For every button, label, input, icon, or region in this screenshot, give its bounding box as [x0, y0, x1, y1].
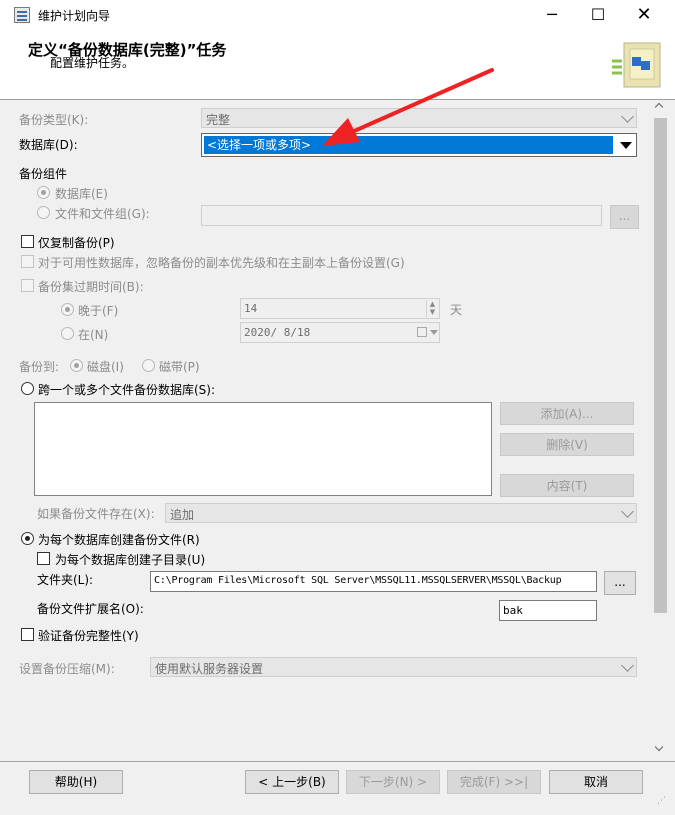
- ag-option-checkbox[interactable]: [21, 255, 34, 268]
- maximize-icon[interactable]: ☐: [575, 0, 621, 30]
- backup-to-label: 备份到:: [19, 360, 60, 374]
- filegroups-browse-button[interactable]: ...: [610, 205, 639, 229]
- compression-label: 设置备份压缩(M):: [19, 662, 115, 676]
- chevron-down-icon: [621, 110, 634, 123]
- backup-to-tape-radio[interactable]: [142, 359, 155, 372]
- component-database-radio[interactable]: [37, 186, 50, 199]
- backup-type-label: 备份类型(K):: [19, 113, 89, 127]
- title-bar: 维护计划向导 ─ ☐ ✕: [0, 0, 675, 30]
- component-files-radio[interactable]: [37, 206, 50, 219]
- span-files-radio[interactable]: [21, 382, 34, 395]
- chevron-down-icon: [621, 505, 634, 518]
- contents-button[interactable]: 内容(T): [500, 474, 634, 497]
- wizard-logo-icon: [612, 42, 661, 88]
- expire-after-label: 晚于(F): [78, 304, 119, 318]
- backup-to-tape-label: 磁带(P): [159, 360, 200, 374]
- expire-label: 备份集过期时间(B):: [38, 280, 144, 294]
- next-button[interactable]: 下一步(N) >: [346, 770, 440, 794]
- back-button[interactable]: < 上一步(B): [245, 770, 339, 794]
- footer-divider: [0, 761, 675, 762]
- extension-label: 备份文件扩展名(O):: [37, 602, 144, 616]
- verify-label: 验证备份完整性(Y): [38, 629, 139, 643]
- backup-to-disk-radio[interactable]: [70, 359, 83, 372]
- span-files-label: 跨一个或多个文件备份数据库(S):: [38, 383, 216, 397]
- scroll-thumb[interactable]: [654, 118, 667, 613]
- finish-button[interactable]: 完成(F) >>|: [447, 770, 541, 794]
- spinner-icon[interactable]: ▲ ▼: [426, 300, 438, 317]
- backup-files-list[interactable]: [34, 402, 492, 496]
- expire-after-radio[interactable]: [61, 303, 74, 316]
- folder-label: 文件夹(L):: [37, 573, 94, 587]
- if-exists-label: 如果备份文件存在(X):: [37, 507, 155, 521]
- window-title: 维护计划向导: [38, 9, 111, 23]
- add-button[interactable]: 添加(A)...: [500, 402, 634, 425]
- expire-days-field[interactable]: 14 ▲ ▼: [240, 298, 440, 319]
- minimize-icon[interactable]: ─: [529, 0, 575, 30]
- if-exists-value: 追加: [170, 508, 195, 522]
- ag-option-label: 对于可用性数据库，忽略备份的副本优先级和在主副本上备份设置(G): [38, 256, 405, 270]
- help-button[interactable]: 帮助(H): [29, 770, 123, 794]
- expire-checkbox[interactable]: [21, 279, 34, 292]
- expire-on-radio[interactable]: [61, 327, 74, 340]
- calendar-icon[interactable]: [417, 327, 427, 337]
- per-db-file-radio[interactable]: [21, 532, 34, 545]
- cancel-button[interactable]: 取消: [549, 770, 643, 794]
- folder-browse-button[interactable]: ...: [604, 571, 636, 595]
- page-subtitle: 配置维护任务。: [50, 56, 135, 70]
- remove-button[interactable]: 删除(V): [500, 433, 634, 456]
- backup-component-label: 备份组件: [19, 167, 68, 181]
- component-database-label: 数据库(E): [55, 187, 108, 201]
- per-db-subdir-checkbox[interactable]: [37, 552, 50, 565]
- expire-days-value: 14: [244, 302, 258, 315]
- verify-checkbox[interactable]: [21, 628, 34, 641]
- compression-select[interactable]: 使用默认服务器设置: [150, 657, 637, 677]
- extension-input[interactable]: bak: [499, 600, 597, 621]
- per-db-subdir-label: 为每个数据库创建子目录(U): [55, 553, 206, 567]
- expire-date-field[interactable]: 2020/ 8/18: [240, 322, 440, 343]
- database-label: 数据库(D):: [19, 138, 78, 152]
- component-files-label: 文件和文件组(G):: [55, 207, 150, 221]
- compression-value: 使用默认服务器设置: [155, 662, 264, 676]
- copy-only-checkbox[interactable]: [21, 235, 34, 248]
- per-db-file-label: 为每个数据库创建备份文件(R): [38, 533, 200, 547]
- copy-only-label: 仅复制备份(P): [38, 236, 115, 250]
- expire-on-label: 在(N): [78, 328, 109, 342]
- dropdown-arrow-icon[interactable]: [615, 135, 635, 155]
- app-icon: [14, 7, 30, 23]
- extension-value: bak: [503, 604, 523, 617]
- close-icon[interactable]: ✕: [621, 0, 667, 30]
- chevron-down-icon: [430, 330, 438, 335]
- filegroups-field[interactable]: [201, 205, 602, 226]
- if-exists-select[interactable]: 追加: [165, 503, 637, 523]
- backup-type-value: 完整: [206, 113, 231, 127]
- folder-value: C:\Program Files\Microsoft SQL Server\MS…: [154, 575, 562, 586]
- backup-to-disk-label: 磁盘(I): [87, 360, 124, 374]
- scroll-down-icon[interactable]: [654, 742, 664, 752]
- scroll-up-icon[interactable]: [654, 102, 664, 112]
- chevron-down-icon: [621, 659, 634, 672]
- folder-input[interactable]: C:\Program Files\Microsoft SQL Server\MS…: [150, 571, 597, 592]
- expire-unit-label: 天: [450, 303, 463, 317]
- red-arrow-annotation: [322, 68, 494, 146]
- resize-grip-icon[interactable]: ⋰: [657, 796, 669, 808]
- expire-date-value: 2020/ 8/18: [244, 326, 311, 339]
